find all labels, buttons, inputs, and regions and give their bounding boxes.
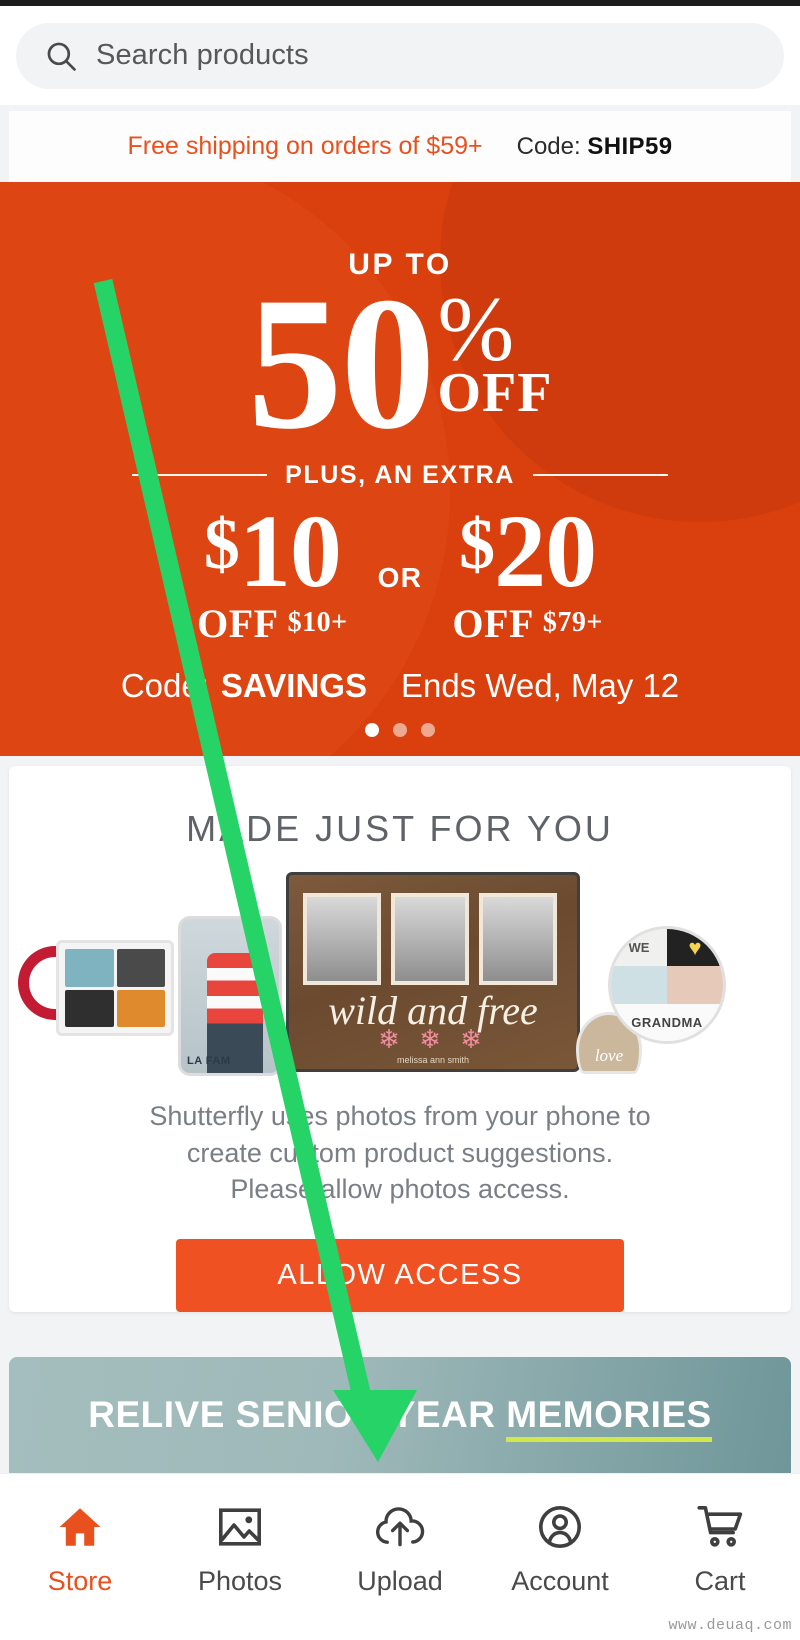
promo-code-value: SHIP59 [587, 132, 673, 160]
carousel-dot-2[interactable] [393, 722, 407, 737]
person-circle-icon [535, 1500, 585, 1554]
mug-swatch-4 [116, 989, 165, 1027]
description-line-3: Please allow photos access. [230, 1174, 570, 1204]
senior-year-memories-banner[interactable]: RELIVE SENIOR YEAR MEMORIES [9, 1357, 791, 1473]
nav-item-account[interactable]: Account [480, 1500, 640, 1597]
heart-icon: ♥ [667, 929, 723, 967]
nav-label-photos: Photos [197, 1566, 283, 1596]
image-icon [215, 1500, 265, 1554]
promo-offer-text: Free shipping on orders of $59+ [127, 132, 483, 160]
description-line-2: create custom product suggestions. [186, 1137, 614, 1168]
plaque-photo-2 [391, 893, 469, 985]
search-placeholder-text: Search products [96, 39, 309, 71]
heart-magnet-text: love [594, 1046, 624, 1065]
search-header: Search products [0, 6, 800, 105]
mug-swatch-1 [65, 949, 114, 987]
divider-rule-left [132, 474, 268, 476]
shopping-cart-icon [694, 1500, 746, 1554]
nav-label-cart: Cart [694, 1566, 746, 1596]
disc-grandma-text: GRANDMA [611, 1003, 723, 1041]
nav-label-store: Store [47, 1566, 113, 1596]
hero-code-label: Code: [120, 666, 209, 704]
site-watermark: www.deuaq.com [668, 1617, 792, 1634]
hero-discount-row: 50 % OFF [247, 259, 553, 469]
hero-code-line: Code: SAVINGS Ends Wed, May 12 [121, 667, 679, 705]
carousel-dots[interactable] [365, 722, 435, 737]
hero-deal-left-amount: $10 [203, 493, 342, 609]
senior-banner-text-plain: RELIVE SENIOR YEAR [88, 1394, 507, 1435]
made-for-you-description: Shutterfly uses photos from your phone t… [149, 1098, 650, 1207]
carousel-dot-3[interactable] [421, 722, 435, 737]
made-for-you-title: MADE JUST FOR YOU [186, 808, 614, 849]
search-icon [44, 39, 78, 73]
senior-banner-text-highlight: MEMORIES [506, 1394, 712, 1442]
home-icon [55, 1500, 105, 1554]
plaque-signature-text: melissa ann smith [396, 1055, 470, 1065]
hero-deal-left-sub: OFF $10+ [197, 600, 348, 646]
description-line-1: Shutterfly uses photos from your phone t… [149, 1101, 651, 1132]
hero-percent-symbol: % [437, 278, 515, 380]
phone-case-label: LA FAM [187, 1055, 231, 1067]
hero-plus-extra-divider: PLUS, AN EXTRA [132, 460, 669, 490]
plaque-photo-1 [303, 893, 381, 985]
hero-deal-right-sub: OFF $79+ [452, 600, 603, 646]
nav-item-store[interactable]: Store [0, 1500, 160, 1597]
plaque-flower-decoration: ❄ ❄ ❄ [378, 1024, 488, 1054]
disc-we-text: WE [611, 929, 667, 967]
product-collage: LA FAM wild and free ❄ ❄ ❄ melissa ann s… [18, 872, 750, 1076]
nav-item-cart[interactable]: Cart [640, 1500, 800, 1597]
nav-item-photos[interactable]: Photos [160, 1500, 320, 1597]
mug-swatch-2 [116, 949, 165, 987]
disc-photo-2 [667, 966, 723, 1004]
phone-case-product: LA FAM [178, 916, 282, 1076]
hero-plus-extra-label: PLUS, AN EXTRA [285, 460, 515, 489]
hero-promo-banner[interactable]: UP TO 50 % OFF PLUS, AN EXTRA $10 OFF $1… [0, 182, 800, 756]
round-photo-disc-product: WE ♥ GRANDMA [608, 926, 726, 1044]
hero-deal-right-amount: $20 [459, 493, 597, 609]
divider-rule-right [532, 474, 669, 476]
nav-item-upload[interactable]: Upload [320, 1500, 480, 1597]
made-just-for-you-card: MADE JUST FOR YOU LA FAM wild and free ❄… [9, 766, 791, 1312]
plaque-photo-row [303, 893, 557, 985]
photo-mug-product [56, 940, 174, 1036]
hero-off-label: OFF [437, 361, 553, 424]
disc-photo-1 [611, 966, 667, 1004]
hero-deal-left: $10 OFF $10+ [197, 493, 348, 647]
hero-deal-or-label: OR [377, 561, 423, 593]
wood-photo-plaque-product: wild and free ❄ ❄ ❄ melissa ann smith [286, 872, 580, 1072]
hero-discount-number: 50 [247, 259, 436, 469]
upload-cloud-icon [373, 1500, 427, 1554]
mug-swatch-3 [65, 989, 114, 1027]
allow-access-button[interactable]: ALLOW ACCESS [176, 1239, 624, 1312]
senior-banner-text: RELIVE SENIOR YEAR MEMORIES [88, 1394, 712, 1442]
promo-strip[interactable]: Free shipping on orders of $59+ Code: SH… [9, 111, 791, 182]
search-input[interactable]: Search products [16, 22, 784, 89]
nav-label-account: Account [511, 1566, 609, 1596]
promo-code-label: Code: [516, 132, 581, 160]
bottom-navigation-bar: Store Photos Upload Account Cart [0, 1473, 800, 1640]
carousel-dot-1[interactable] [365, 722, 379, 737]
app-root: Search products Free shipping on orders … [0, 0, 800, 1640]
promo-code: Code: SHIP59 [517, 133, 673, 161]
hero-offer-end-date: Ends Wed, May 12 [400, 666, 680, 704]
hero-deals-row: $10 OFF $10+ OR $20 OFF $79+ [197, 493, 603, 647]
plaque-photo-3 [479, 893, 557, 985]
hero-deal-right: $20 OFF $79+ [452, 493, 603, 647]
hero-code-value: SAVINGS [220, 666, 367, 704]
nav-label-upload: Upload [357, 1566, 443, 1596]
